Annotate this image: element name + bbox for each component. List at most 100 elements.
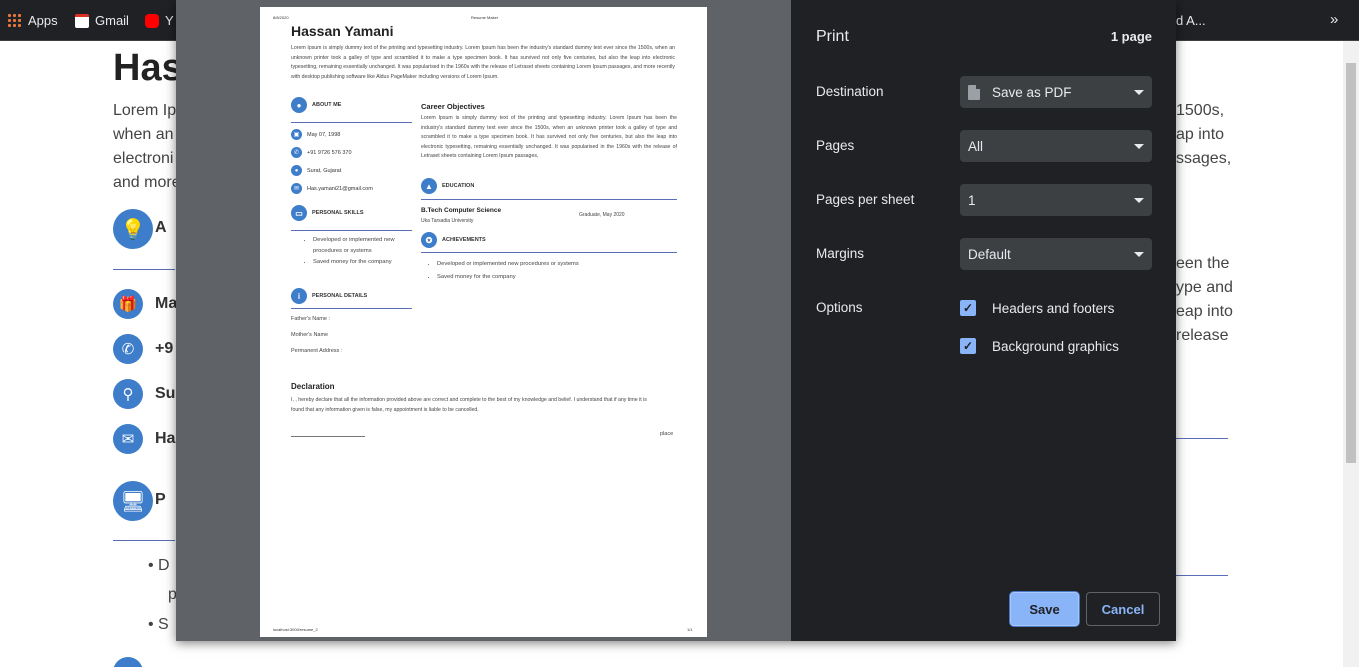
- graduation-text: Graduate, May 2020: [579, 212, 625, 218]
- print-dialog: 8/8/2020 Resume Maker localhost:3000/res…: [176, 0, 1176, 641]
- bookmarks-overflow-button[interactable]: »: [1330, 11, 1338, 28]
- preview-footer-page: 1/1: [687, 627, 693, 632]
- address-label: Permanent Address :: [291, 348, 343, 354]
- bookmark-gmail-label: Gmail: [95, 13, 129, 28]
- bg-right-line: ssages,: [1176, 150, 1232, 167]
- print-title: Print: [816, 28, 849, 45]
- destination-value: Save as PDF: [992, 84, 1072, 100]
- about-me-label: ABOUT ME: [312, 102, 342, 108]
- bulb-icon: 💡: [113, 209, 153, 249]
- phone-text: +91 9726 576 370: [307, 149, 352, 156]
- phone-icon: ✆: [291, 147, 302, 158]
- bookmark-gmail[interactable]: Gmail: [75, 13, 129, 28]
- info-icon: i: [291, 288, 307, 304]
- email-row: ✉ Has.yamani21@gmail.com: [291, 183, 373, 194]
- section-divider: [421, 199, 677, 200]
- partial-icon: [113, 657, 143, 667]
- pages-per-sheet-value: 1: [968, 192, 976, 208]
- document-icon: [968, 84, 980, 100]
- headers-footers-option[interactable]: ✓ Headers and footers: [960, 300, 1114, 316]
- skills-list: Developed or implemented new procedures …: [305, 235, 410, 268]
- preview-footer-url: localhost:3000/resume_2: [273, 627, 318, 632]
- section-divider: [421, 252, 677, 253]
- career-objectives-heading: Career Objectives: [421, 102, 485, 111]
- bg-divider: [113, 540, 175, 541]
- print-preview-area[interactable]: 8/8/2020 Resume Maker localhost:3000/res…: [176, 0, 791, 641]
- achievement-item: Developed or implemented new procedures …: [437, 258, 669, 271]
- gift-icon: 🎁: [113, 289, 143, 319]
- mail-icon: ✉: [113, 424, 143, 454]
- destination-label: Destination: [816, 84, 884, 99]
- graduation-cap-icon: ▲: [421, 178, 437, 194]
- education-heading: ▲ EDUCATION: [421, 178, 474, 194]
- personal-details-label: PERSONAL DETAILS: [312, 293, 368, 299]
- bg-divider: [113, 269, 175, 270]
- cancel-button[interactable]: Cancel: [1086, 592, 1160, 626]
- bg-bullet-text: S: [158, 616, 169, 633]
- signature-line: [291, 436, 365, 437]
- bg-right-line: release: [1176, 327, 1229, 344]
- resume-name: Hassan Yamani: [291, 23, 394, 39]
- section-divider: [291, 122, 412, 123]
- pages-per-sheet-select[interactable]: 1: [960, 184, 1152, 216]
- achievement-item: Saved money for the company: [437, 271, 669, 284]
- location-pin-icon: ●: [291, 165, 302, 176]
- margins-select[interactable]: Default: [960, 238, 1152, 270]
- bookmark-truncated-label: d A...: [1176, 13, 1206, 28]
- declaration-text: I, , hereby declare that all the informa…: [291, 397, 647, 413]
- apps-grid-icon: [8, 13, 22, 28]
- pages-select[interactable]: All: [960, 130, 1152, 162]
- bg-bullet: • D: [148, 557, 170, 574]
- bg-divider: [1176, 438, 1228, 439]
- university-text: Uka Tarsadia University: [421, 218, 474, 224]
- mail-icon: ✉: [291, 183, 302, 194]
- bg-right-line: 1500s,: [1176, 102, 1225, 119]
- achievements-heading: ✪ ACHIEVEMENTS: [421, 232, 486, 248]
- overflow-chevron-icon: »: [1330, 11, 1339, 28]
- award-icon: ✪: [421, 232, 437, 248]
- bg-right-line: ype and: [1176, 279, 1233, 296]
- monitor-icon: ▭: [291, 205, 307, 221]
- checkbox-checked-icon[interactable]: ✓: [960, 300, 976, 316]
- father-name-label: Father's Name :: [291, 316, 330, 322]
- margins-label: Margins: [816, 246, 865, 261]
- bg-right-line: eap into: [1176, 303, 1233, 320]
- bg-right-line: ap into: [1176, 126, 1225, 143]
- about-me-heading: ● ABOUT ME: [291, 97, 341, 113]
- bg-right-text: 1500s, ap into ssages,: [1176, 99, 1232, 171]
- background-graphics-label: Background graphics: [992, 338, 1119, 354]
- print-settings-panel: Print 1 page Destination Save as PDF Pag…: [791, 0, 1176, 641]
- checkbox-checked-icon[interactable]: ✓: [960, 338, 976, 354]
- background-graphics-option[interactable]: ✓ Background graphics: [960, 338, 1119, 354]
- phone-row: ✆ +91 9726 576 370: [291, 147, 352, 158]
- bg-divider: [1176, 575, 1228, 576]
- page-scrollbar[interactable]: [1343, 41, 1359, 667]
- personal-details-heading: i PERSONAL DETAILS: [291, 288, 367, 304]
- bg-birth-text: Ma: [155, 295, 178, 312]
- scrollbar-thumb[interactable]: [1346, 63, 1356, 463]
- place-text: place: [660, 431, 674, 437]
- email-text: Has.yamani21@gmail.com: [307, 185, 373, 192]
- location-row: ● Surat, Gujarat: [291, 165, 341, 176]
- page-count: 1 page: [1110, 29, 1152, 44]
- personal-skills-label: PERSONAL SKILLS: [312, 210, 364, 216]
- preview-header-date: 8/8/2020: [273, 15, 289, 20]
- section-divider: [291, 230, 412, 231]
- bookmark-apps-label: Apps: [28, 13, 58, 28]
- destination-select[interactable]: Save as PDF: [960, 76, 1152, 108]
- achievements-list: Developed or implemented new procedures …: [429, 258, 669, 284]
- bookmark-truncated[interactable]: d A...: [1176, 13, 1206, 28]
- bulb-icon: ●: [291, 97, 307, 113]
- skill-item: Saved money for the company: [313, 257, 410, 268]
- bg-title: Has: [113, 47, 183, 89]
- gmail-icon: [75, 13, 89, 28]
- bookmark-youtube-label: Y: [165, 13, 174, 28]
- degree-text: B.Tech Computer Science: [421, 207, 502, 214]
- bookmark-apps[interactable]: Apps: [8, 13, 58, 28]
- headers-footers-label: Headers and footers: [992, 300, 1115, 316]
- resume-summary: Lorem Ipsum is simply dummy text of the …: [291, 45, 675, 80]
- bookmark-youtube[interactable]: Y: [145, 13, 174, 28]
- chevron-down-icon: [1134, 197, 1144, 203]
- margins-value: Default: [968, 246, 1011, 262]
- save-button[interactable]: Save: [1010, 592, 1079, 626]
